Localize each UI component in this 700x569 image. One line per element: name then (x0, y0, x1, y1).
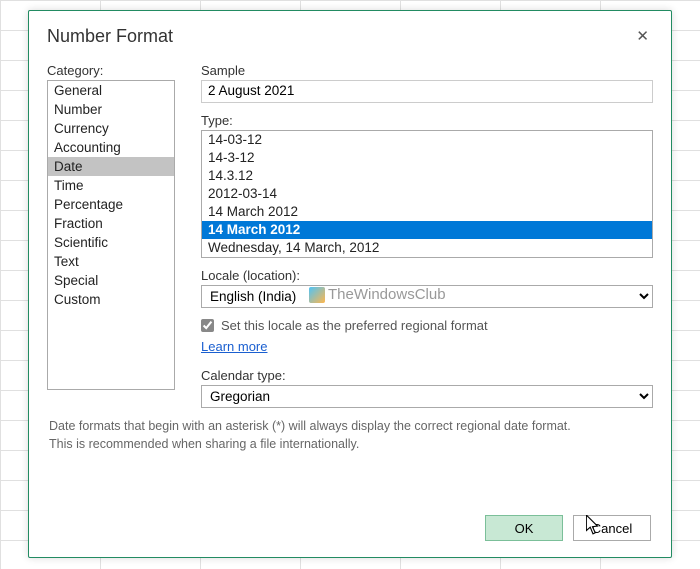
type-item[interactable]: 2012-03-14 (202, 185, 652, 203)
type-item[interactable]: Wednesday, 14 March, 2012 (202, 239, 652, 257)
type-item[interactable]: 14 March 2012 (202, 221, 652, 239)
sample-label: Sample (201, 63, 653, 78)
category-item[interactable]: Percentage (48, 195, 174, 214)
titlebar: Number Format ✕ (29, 11, 671, 51)
locale-label: Locale (location): (201, 268, 653, 283)
type-item[interactable]: 14-03-12 (202, 131, 652, 149)
calendar-label: Calendar type: (201, 368, 653, 383)
category-label: Category: (47, 63, 175, 78)
category-item[interactable]: Date (48, 157, 174, 176)
footer-description: Date formats that begin with an asterisk… (29, 412, 671, 459)
close-icon[interactable]: ✕ (632, 25, 653, 47)
locale-checkbox-row[interactable]: Set this locale as the preferred regiona… (201, 318, 653, 333)
category-item[interactable]: General (48, 81, 174, 100)
category-item[interactable]: Custom (48, 290, 174, 309)
category-item[interactable]: Time (48, 176, 174, 195)
number-format-dialog: Number Format ✕ Category: GeneralNumberC… (28, 10, 672, 558)
type-label: Type: (201, 113, 653, 128)
type-item[interactable]: 14 March 2012 (202, 203, 652, 221)
category-item[interactable]: Text (48, 252, 174, 271)
type-item[interactable]: 14.3.12 (202, 167, 652, 185)
sample-value: 2 August 2021 (201, 80, 653, 103)
ok-button[interactable]: OK (485, 515, 563, 541)
category-item[interactable]: Currency (48, 119, 174, 138)
category-item[interactable]: Fraction (48, 214, 174, 233)
calendar-select[interactable]: Gregorian (201, 385, 653, 408)
category-item[interactable]: Accounting (48, 138, 174, 157)
category-item[interactable]: Scientific (48, 233, 174, 252)
preferred-locale-checkbox[interactable] (201, 319, 214, 332)
watermark: TheWindowsClub (309, 286, 446, 303)
learn-more-link[interactable]: Learn more (201, 339, 267, 354)
category-listbox[interactable]: GeneralNumberCurrencyAccountingDateTimeP… (47, 80, 175, 390)
category-item[interactable]: Special (48, 271, 174, 290)
cancel-button[interactable]: Cancel (573, 515, 651, 541)
checkbox-label: Set this locale as the preferred regiona… (221, 318, 488, 333)
dialog-title: Number Format (47, 26, 173, 47)
type-listbox[interactable]: 14-03-1214-3-1214.3.122012-03-1414 March… (201, 130, 653, 258)
category-item[interactable]: Number (48, 100, 174, 119)
type-item[interactable]: 14-3-12 (202, 149, 652, 167)
